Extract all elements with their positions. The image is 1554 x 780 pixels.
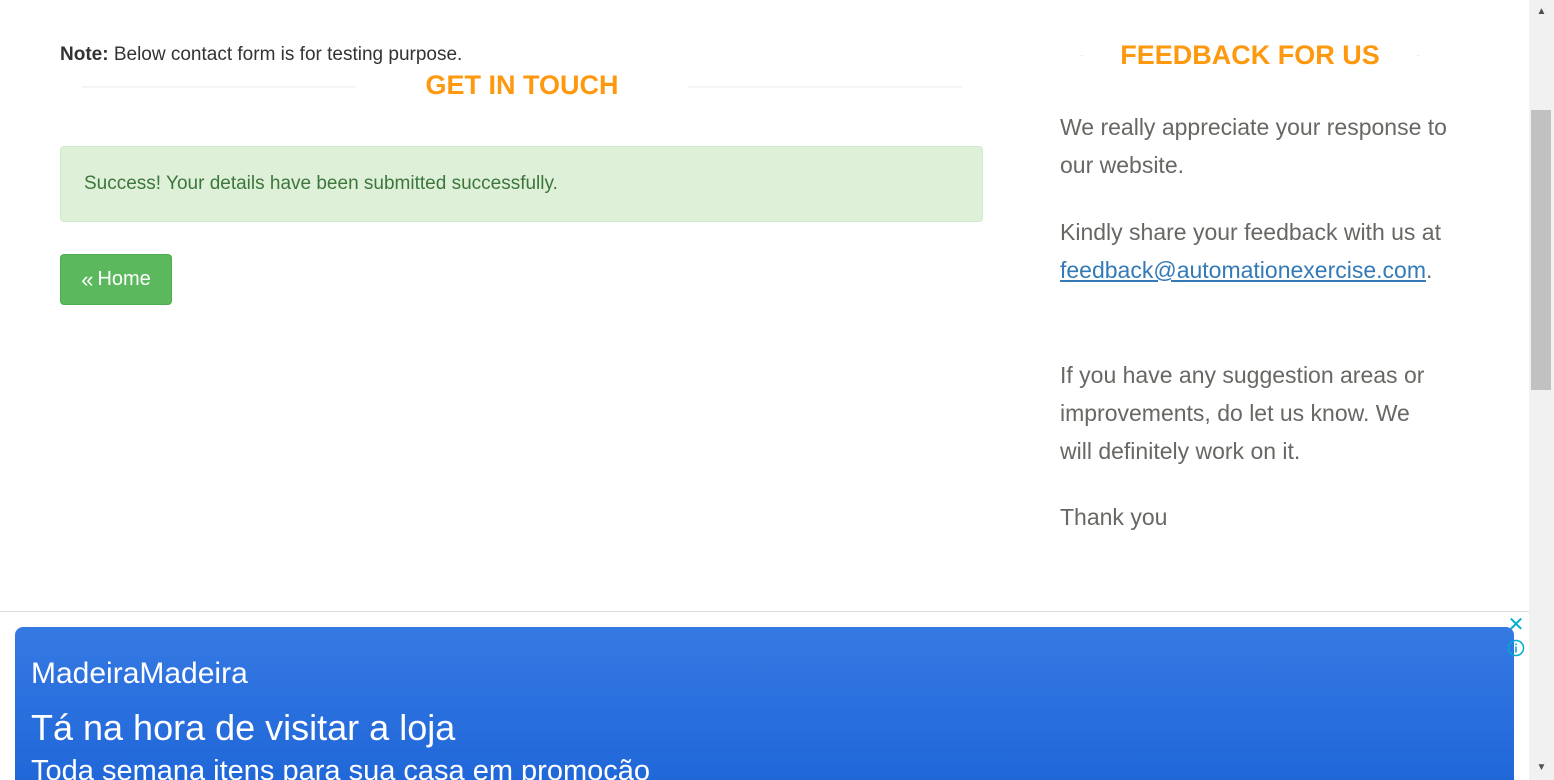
double-chevron-left-icon: « <box>81 266 94 292</box>
info-icon[interactable] <box>1507 639 1525 657</box>
home-button-label: Home <box>97 268 151 290</box>
feedback-email-link[interactable]: feedback@automationexercise.com <box>1060 257 1426 283</box>
home-button[interactable]: « Home <box>60 254 172 305</box>
feedback-paragraph-suggestion: If you have any suggestion areas or impr… <box>1060 362 1425 464</box>
feedback-paragraph-thanks: Thank you <box>1060 504 1168 530</box>
note-text: Below contact form is for testing purpos… <box>108 44 463 65</box>
ad-banner: MadeiraMadeira Tá na hora de visitar a l… <box>0 611 1529 780</box>
scroll-down-arrow-icon[interactable]: ▼ <box>1529 758 1554 778</box>
get-in-touch-heading: GET IN TOUCH <box>82 68 962 102</box>
ad-brand: MadeiraMadeira <box>31 657 248 690</box>
ad-subline: Toda semana itens para sua casa em promo… <box>31 755 651 780</box>
feedback-share-suffix: . <box>1425 257 1433 283</box>
feedback-share-text: Kindly share your feedback with us at <box>1060 219 1441 245</box>
close-icon[interactable]: ✕ <box>1506 615 1526 635</box>
success-message: Success! Your details have been submitte… <box>84 173 558 194</box>
scrollbar-thumb[interactable] <box>1531 110 1551 390</box>
feedback-title: FEEDBACK FOR US <box>1120 40 1380 70</box>
success-alert: Success! Your details have been submitte… <box>60 146 983 222</box>
ad-headline: Tá na hora de visitar a loja <box>31 707 456 748</box>
ad-card[interactable]: MadeiraMadeira Tá na hora de visitar a l… <box>15 627 1514 780</box>
note-label: Note: <box>60 44 109 65</box>
feedback-heading: FEEDBACK FOR US <box>1080 38 1420 72</box>
form-note: Note: Below contact form is for testing … <box>60 44 462 66</box>
get-in-touch-title: GET IN TOUCH <box>425 70 619 100</box>
feedback-paragraph-share: Kindly share your feedback with us at fe… <box>1060 213 1450 289</box>
page: Note: Below contact form is for testing … <box>0 0 1554 780</box>
feedback-paragraph-appreciate: We really appreciate your response to ou… <box>1060 114 1447 178</box>
scroll-up-arrow-icon[interactable]: ▲ <box>1529 2 1554 22</box>
vertical-scrollbar[interactable]: ▲ ▼ <box>1529 0 1554 780</box>
